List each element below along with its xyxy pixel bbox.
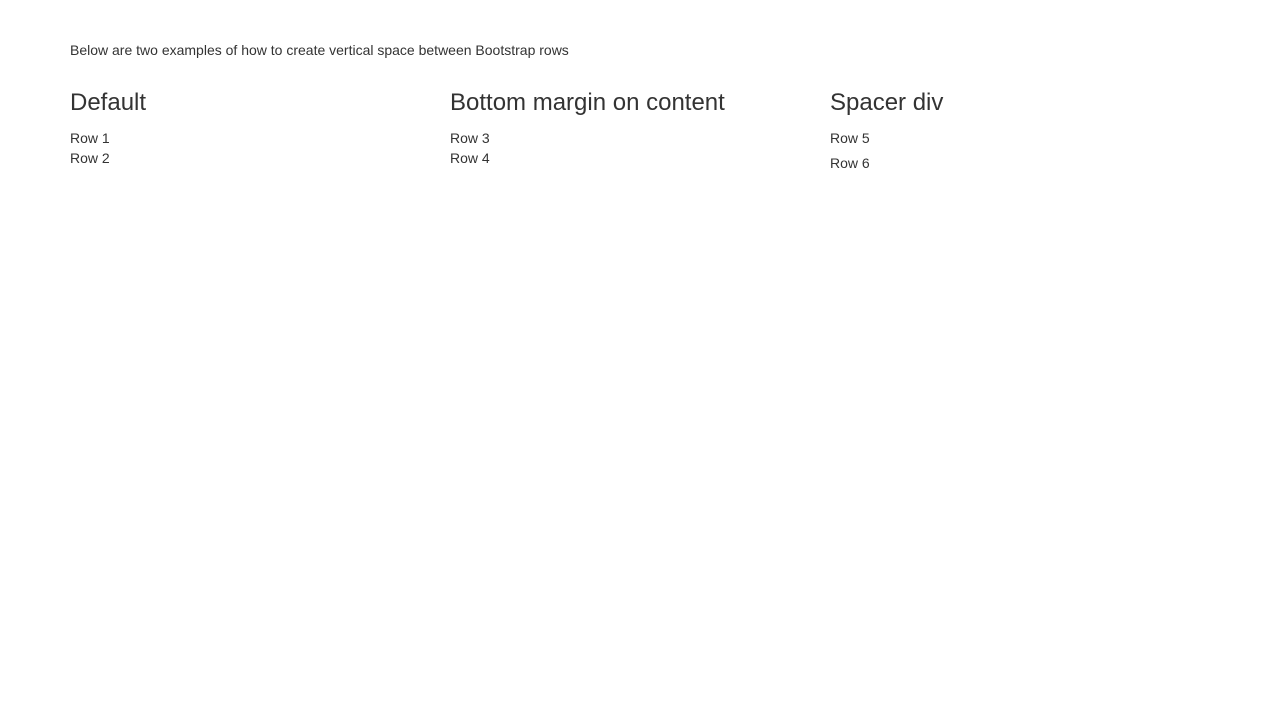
column-title-default: Default bbox=[70, 90, 430, 116]
column-bottom-margin: Bottom margin on content Row 3 Row 4 bbox=[450, 90, 830, 173]
row-item: Row 6 bbox=[830, 153, 1190, 173]
intro-text: Below are two examples of how to create … bbox=[70, 40, 1210, 60]
column-spacer-div: Spacer div Row 5 Row 6 bbox=[830, 90, 1210, 173]
column-default: Default Row 1 Row 2 bbox=[70, 90, 450, 173]
row-item: Row 4 bbox=[450, 148, 810, 168]
row-item: Row 5 bbox=[830, 128, 1190, 148]
row-item: Row 1 bbox=[70, 128, 430, 148]
columns-container: Default Row 1 Row 2 Bottom margin on con… bbox=[70, 90, 1210, 173]
column-title-spacer-div: Spacer div bbox=[830, 90, 1190, 116]
column-title-bottom-margin: Bottom margin on content bbox=[450, 90, 810, 116]
row-item: Row 2 bbox=[70, 148, 430, 168]
row-item: Row 3 bbox=[450, 128, 810, 148]
